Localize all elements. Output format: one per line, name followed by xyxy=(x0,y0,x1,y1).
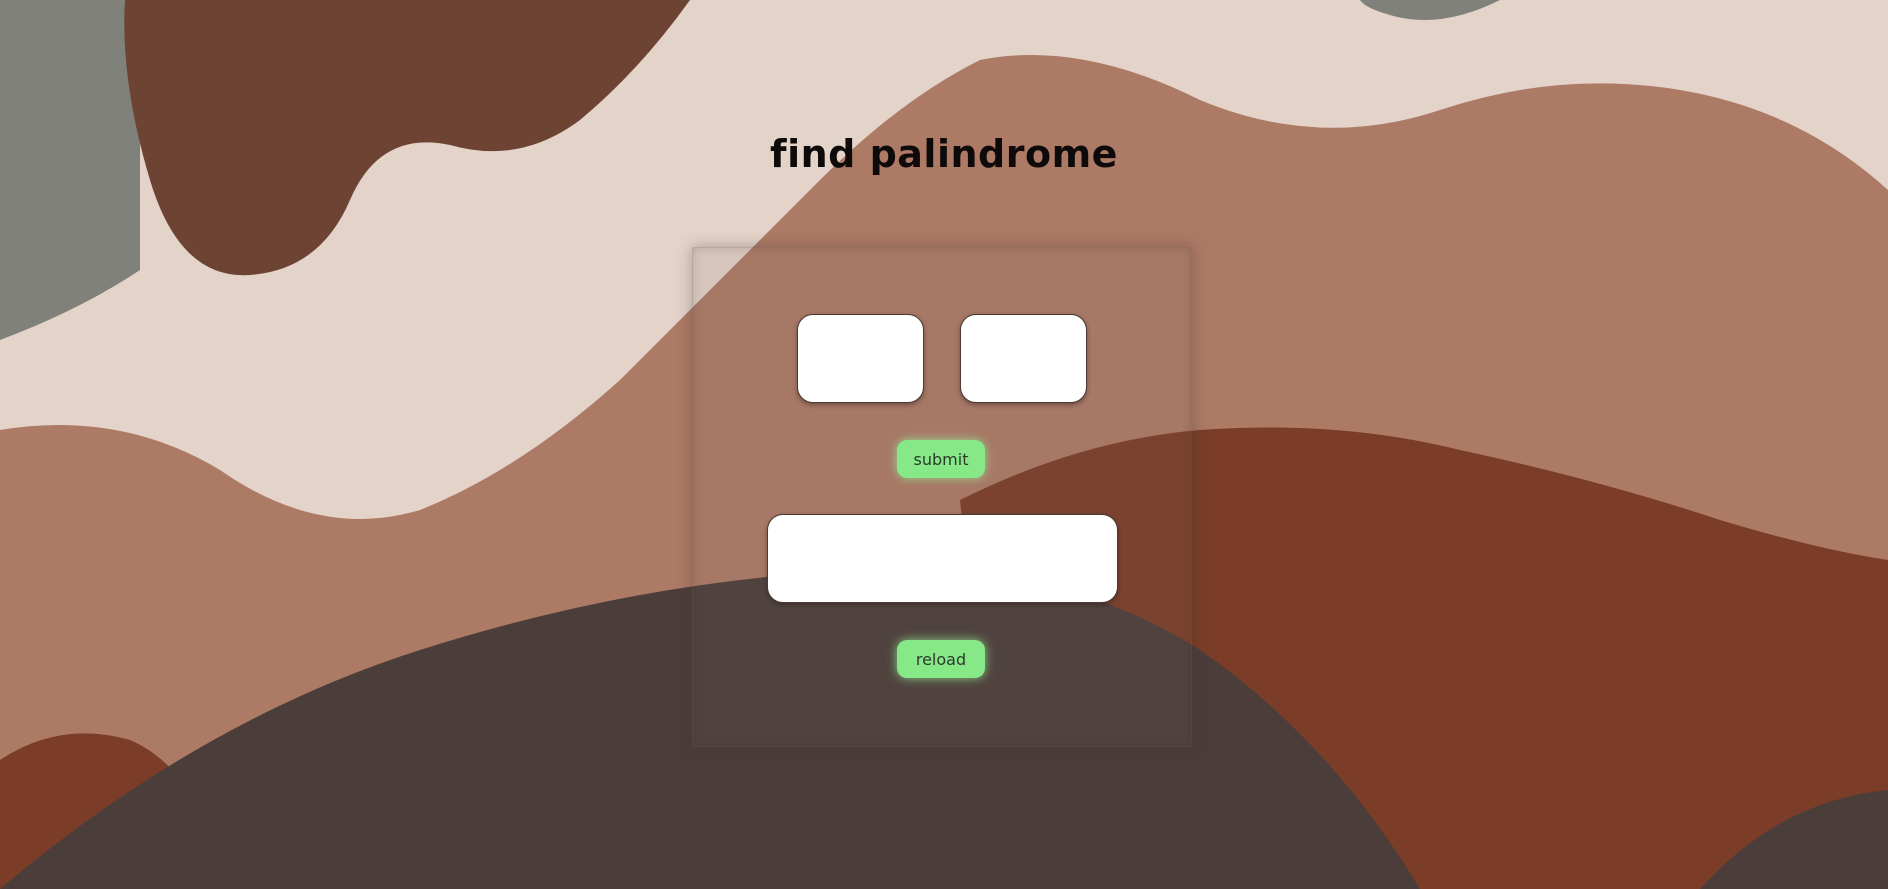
submit-button[interactable]: submit xyxy=(897,440,985,478)
page-background: find palindrome submit reload xyxy=(0,0,1888,889)
second-number-input[interactable] xyxy=(960,314,1087,403)
reload-button[interactable]: reload xyxy=(897,640,985,678)
result-output[interactable] xyxy=(767,514,1118,603)
first-number-input[interactable] xyxy=(797,314,924,403)
page-title: find palindrome xyxy=(770,132,1118,176)
